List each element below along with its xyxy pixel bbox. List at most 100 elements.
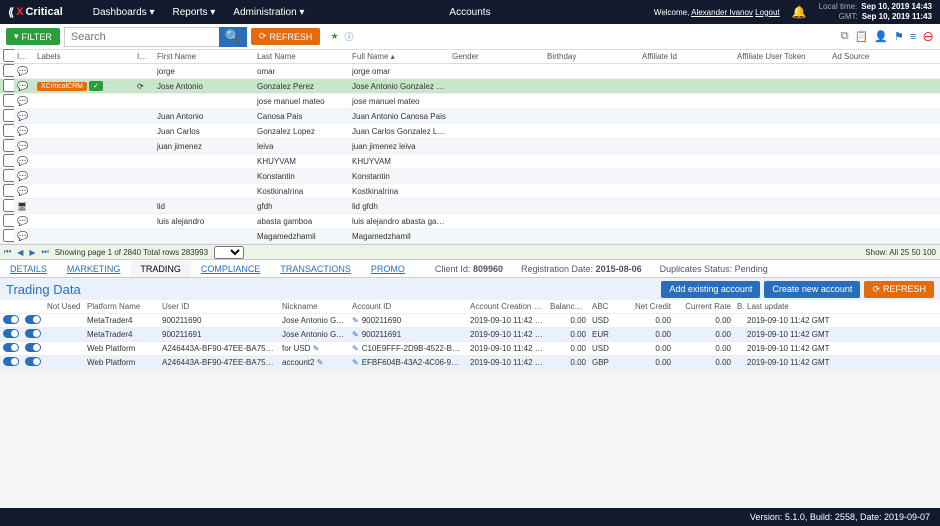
- speech-icon: 💬: [17, 156, 28, 166]
- row-checkbox[interactable]: [3, 184, 14, 197]
- table-row[interactable]: 💬 Juan Carlos Gonzalez Lopez Juan Carlos…: [0, 124, 940, 139]
- table-row[interactable]: 💬 jorge omar jorge omar: [0, 64, 940, 79]
- bell-icon[interactable]: 🔔: [792, 5, 807, 19]
- pager-first-icon[interactable]: ⏮: [4, 247, 11, 257]
- nav-reports[interactable]: Reports ▾: [172, 7, 215, 18]
- pager: ⏮ ◀ ▶ ⏭ Showing page 1 of 2840 Total row…: [0, 244, 940, 260]
- section-header: Trading Data Add existing account Create…: [0, 278, 940, 300]
- table-row[interactable]: 💬 KHUYVAM KHUYVAM: [0, 154, 940, 169]
- table-row[interactable]: 💬 Juan Antonio Canosa Pais Juan Antonio …: [0, 109, 940, 124]
- edit-icon[interactable]: ✎: [317, 358, 324, 367]
- table-row[interactable]: 🖥 lid gfdh lid gfdh: [0, 199, 940, 214]
- filter-button[interactable]: ▾ FILTER: [6, 28, 60, 45]
- col-first-name[interactable]: First Name: [154, 51, 254, 62]
- trading-row[interactable]: MetaTrader4 900211690 Jose Antonio Go...…: [0, 314, 940, 328]
- col-affiliate-token[interactable]: Affiliate User Token: [734, 51, 829, 62]
- toggle-secondary[interactable]: [25, 343, 41, 352]
- pager-prev-icon[interactable]: ◀: [17, 248, 23, 257]
- row-checkbox[interactable]: [3, 79, 14, 92]
- toggle-active[interactable]: [3, 315, 19, 324]
- select-all[interactable]: [3, 49, 14, 62]
- edit-icon[interactable]: ✎: [352, 330, 359, 339]
- list-icon[interactable]: ≡: [910, 31, 916, 43]
- toolbar: ▾ FILTER 🔍 ⟳ REFRESH ★ ⓘ ⧉ 📋 👤 ⚑ ≡ ⊖: [0, 24, 940, 50]
- table-row[interactable]: 💬 Magamedzhamil Magamedzhamil: [0, 229, 940, 244]
- col-labels[interactable]: Labels: [34, 51, 134, 62]
- search-button[interactable]: 🔍: [219, 27, 247, 47]
- toolbar-right: ⧉ 📋 👤 ⚑ ≡ ⊖: [841, 28, 934, 45]
- col-affiliate-id[interactable]: Affiliate Id: [639, 51, 734, 62]
- toggle-secondary[interactable]: [25, 329, 41, 338]
- row-checkbox[interactable]: [3, 139, 14, 152]
- tab-transactions[interactable]: TRANSACTIONS: [270, 261, 361, 277]
- col-isday[interactable]: Is Day: [134, 51, 154, 62]
- logout-link[interactable]: Logout: [755, 8, 779, 17]
- row-checkbox[interactable]: [3, 169, 14, 182]
- user-icon[interactable]: 👤: [874, 30, 888, 43]
- add-existing-button[interactable]: Add existing account: [661, 281, 760, 298]
- pager-select[interactable]: [214, 246, 244, 259]
- trading-row[interactable]: Web Platform A246443A-BF90-47EE-BA75-1BC…: [0, 356, 940, 370]
- flag-icon[interactable]: ⚑: [894, 30, 904, 43]
- row-checkbox[interactable]: [3, 214, 14, 227]
- pager-last-icon[interactable]: ⏭: [42, 247, 49, 257]
- col-last-name[interactable]: Last Name: [254, 51, 349, 62]
- clipboard-icon[interactable]: 📋: [855, 30, 869, 43]
- refresh-trading-button[interactable]: ⟳ REFRESH: [864, 281, 934, 298]
- tab-trading[interactable]: TRADING: [130, 261, 191, 277]
- col-ad-source[interactable]: Ad Source: [829, 51, 889, 62]
- create-new-button[interactable]: Create new account: [764, 281, 860, 298]
- row-checkbox[interactable]: [3, 124, 14, 137]
- logo-x: X: [16, 6, 23, 18]
- toggle-secondary[interactable]: [25, 315, 41, 324]
- toggle-active[interactable]: [3, 357, 19, 366]
- col-full-name[interactable]: Full Name ▴: [349, 51, 449, 62]
- tab-details[interactable]: DETAILS: [0, 261, 57, 277]
- topbar: ⟪XCritical Dashboards ▾ Reports ▾ Admini…: [0, 0, 940, 24]
- section-title: Trading Data: [6, 282, 81, 297]
- row-checkbox[interactable]: [3, 199, 14, 212]
- row-checkbox[interactable]: [3, 154, 14, 167]
- search-input[interactable]: [64, 27, 219, 47]
- reg-date: 2015-08-06: [596, 264, 642, 274]
- export-icon[interactable]: ⧉: [841, 30, 849, 43]
- toggle-secondary[interactable]: [25, 357, 41, 366]
- nav-administration[interactable]: Administration ▾: [233, 7, 304, 18]
- table-row[interactable]: 💬 juan jimenez leiva juan jimenez leiva: [0, 139, 940, 154]
- remove-icon[interactable]: ⊖: [922, 28, 934, 45]
- user-link[interactable]: Alexander Ivanov: [691, 8, 753, 17]
- logo-name: Critical: [25, 6, 62, 18]
- tab-compliance[interactable]: COMPLIANCE: [191, 261, 271, 277]
- trading-row[interactable]: MetaTrader4 900211691 Jose Antonio Go...…: [0, 328, 940, 342]
- star-icon[interactable]: ★: [330, 31, 338, 42]
- edit-icon[interactable]: ✎: [313, 344, 320, 353]
- table-row[interactable]: 💬 luis alejandro abasta gamboa luis alej…: [0, 214, 940, 229]
- refresh-button[interactable]: ⟳ REFRESH: [251, 28, 321, 45]
- col-online[interactable]: Is Online: [14, 51, 34, 62]
- row-checkbox[interactable]: [3, 109, 14, 122]
- table-row[interactable]: 💬 jose manuel mateo jose manuel mateo: [0, 94, 940, 109]
- tab-promo[interactable]: PROMO: [361, 261, 415, 277]
- trading-row[interactable]: Web Platform A246443A-BF90-47EE-BA75-1BC…: [0, 342, 940, 356]
- tab-marketing[interactable]: MARKETING: [57, 261, 131, 277]
- row-checkbox[interactable]: [3, 64, 14, 77]
- row-checkbox[interactable]: [3, 94, 14, 107]
- edit-icon[interactable]: ✎: [352, 316, 359, 325]
- speech-icon: 💬: [17, 216, 28, 226]
- edit-icon[interactable]: ✎: [352, 344, 359, 353]
- table-row[interactable]: 💬 Konstantin Konstantin: [0, 169, 940, 184]
- speech-icon: 💬: [17, 96, 28, 106]
- col-gender[interactable]: Gender: [449, 51, 544, 62]
- toggle-active[interactable]: [3, 343, 19, 352]
- nav-dashboards[interactable]: Dashboards ▾: [93, 7, 155, 18]
- row-checkbox[interactable]: [3, 229, 14, 242]
- pager-opts[interactable]: All 25 50 100: [889, 248, 936, 257]
- pager-next-icon[interactable]: ▶: [29, 248, 35, 257]
- col-birthday[interactable]: Birthday: [544, 51, 639, 62]
- pager-text: Showing page 1 of 2840 Total rows 283993: [55, 248, 208, 257]
- table-row[interactable]: 💬 KostkinaIrina KostkinaIrina: [0, 184, 940, 199]
- toggle-active[interactable]: [3, 329, 19, 338]
- table-row[interactable]: 💬 XCriticalCRM✓PWNED ⟳ Jose Antonio Gonz…: [0, 79, 940, 94]
- info-icon[interactable]: ⓘ: [345, 30, 354, 43]
- edit-icon[interactable]: ✎: [352, 358, 359, 367]
